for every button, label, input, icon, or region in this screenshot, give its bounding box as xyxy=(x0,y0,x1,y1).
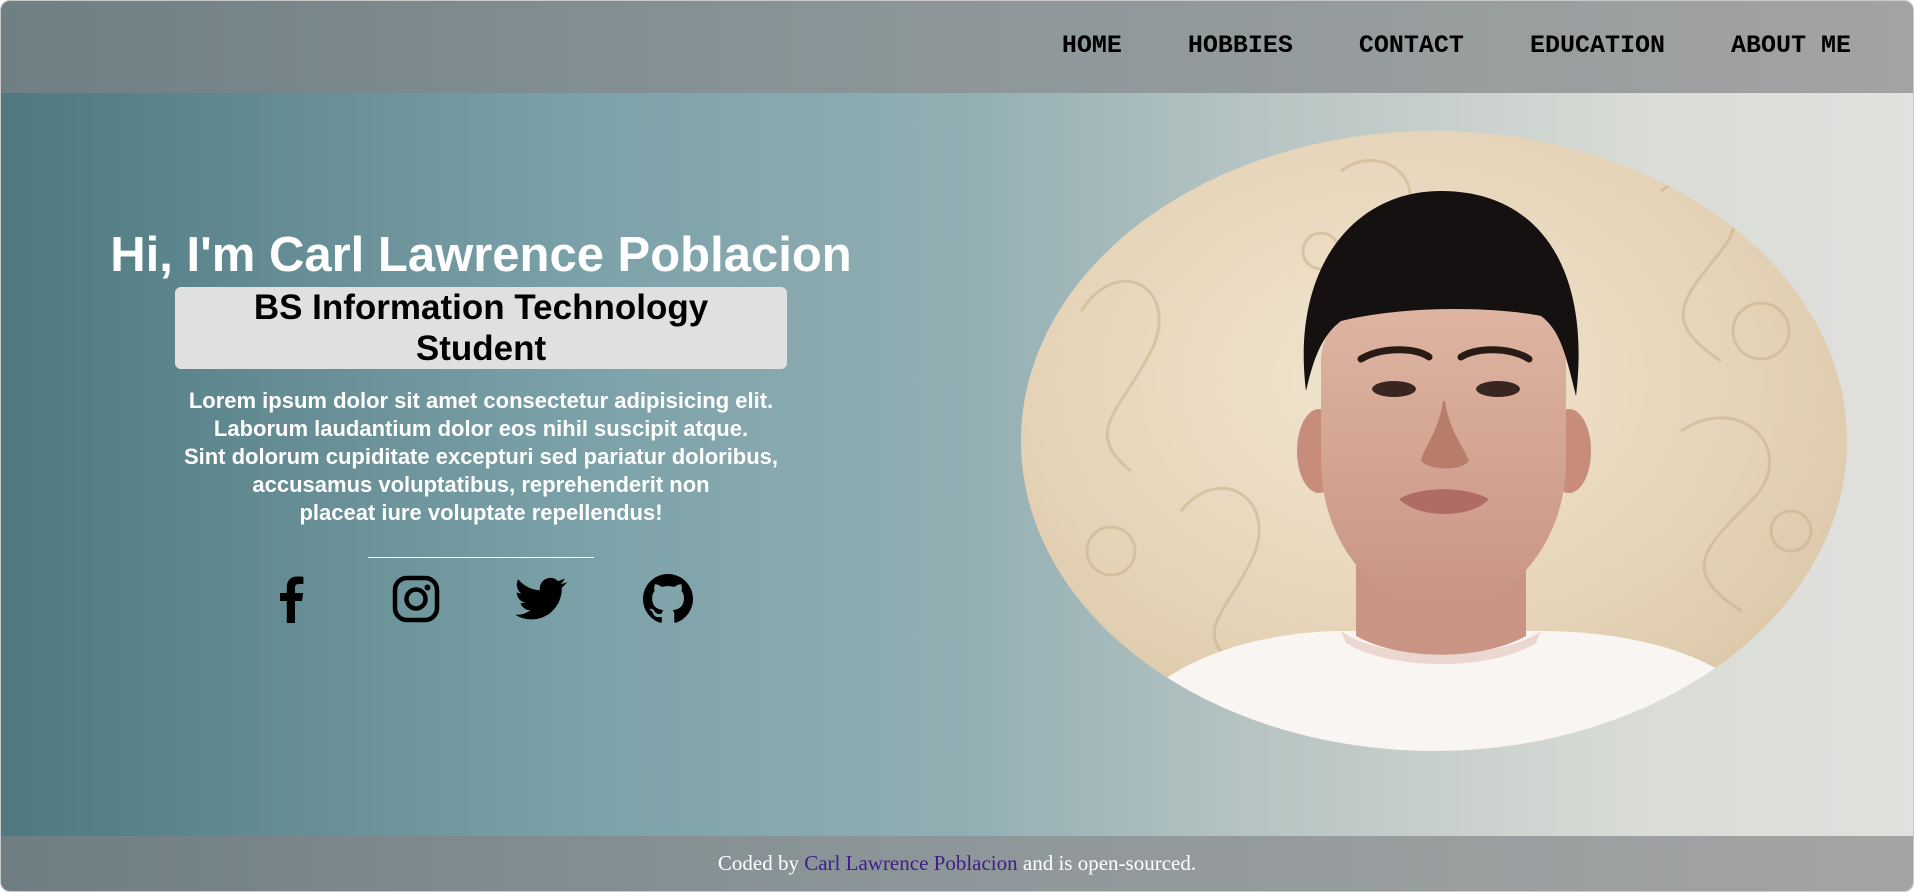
footer-suffix: and is open-sourced. xyxy=(1022,851,1197,875)
nav-hobbies-link[interactable]: HOBBIES xyxy=(1188,31,1293,61)
description-line: placeat iure voluptate repellendus! xyxy=(299,500,663,525)
hero-section: Hi, I'm Carl Lawrence Poblacion BS Infor… xyxy=(1,93,1913,836)
github-icon xyxy=(643,574,693,623)
description-line: Lorem ipsum dolor sit amet consectetur a… xyxy=(188,388,774,413)
twitter-link[interactable] xyxy=(514,572,568,626)
nav-contact-link[interactable]: CONTACT xyxy=(1359,31,1464,61)
description-line: Laborum laudantium dolor eos nihil susci… xyxy=(213,416,749,441)
site-footer: Coded by Carl Lawrence Poblacion and is … xyxy=(1,836,1913,891)
divider-line xyxy=(368,557,594,558)
nav-education-link[interactable]: EDUCATION xyxy=(1530,31,1665,61)
hero-subtitle: BS Information Technology Student xyxy=(175,287,787,369)
facebook-link[interactable] xyxy=(263,572,317,626)
nav-about-me-link[interactable]: ABOUT ME xyxy=(1731,31,1851,61)
instagram-icon xyxy=(392,575,440,623)
main-nav: HOME HOBBIES CONTACT EDUCATION ABOUT ME xyxy=(1062,31,1851,61)
description-line: accusamus voluptatibus, reprehenderit no… xyxy=(252,472,710,497)
subtitle-wrapper: BS Information Technology Student xyxy=(91,287,871,369)
page: HOME HOBBIES CONTACT EDUCATION ABOUT ME … xyxy=(0,0,1914,892)
github-link[interactable] xyxy=(641,572,695,626)
footer-author-link[interactable]: Carl Lawrence Poblacion xyxy=(804,851,1017,875)
hero-description: Lorem ipsum dolor sit amet consectetur a… xyxy=(91,387,871,527)
description-line: Sint dolorum cupiditate excepturi sed pa… xyxy=(183,444,779,469)
site-header: HOME HOBBIES CONTACT EDUCATION ABOUT ME xyxy=(1,1,1913,93)
twitter-icon xyxy=(515,577,567,620)
footer-prefix: Coded by xyxy=(717,851,799,875)
nav-home-link[interactable]: HOME xyxy=(1062,31,1122,61)
facebook-icon xyxy=(280,576,304,623)
profile-photo-illustration xyxy=(1021,131,1847,751)
profile-photo xyxy=(1021,131,1847,751)
instagram-link[interactable] xyxy=(389,572,443,626)
hero-title: Hi, I'm Carl Lawrence Poblacion xyxy=(110,228,852,282)
intro-block: Hi, I'm Carl Lawrence Poblacion BS Infor… xyxy=(91,227,871,558)
